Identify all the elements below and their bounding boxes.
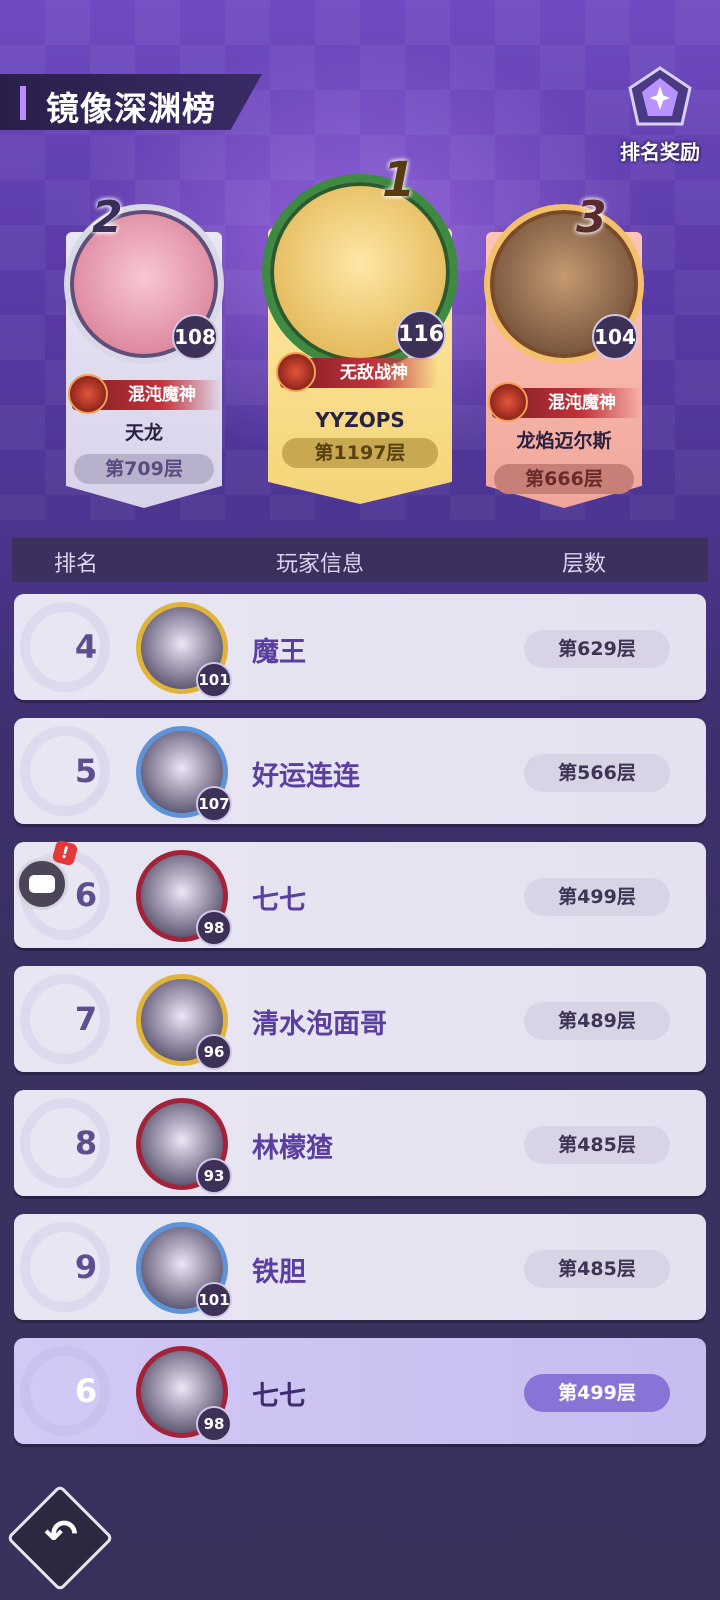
back-arrow-icon: ↶ <box>44 1512 78 1558</box>
my-floor-badge: 第499层 <box>524 1374 670 1412</box>
podium-name-3: 龙焰迈尔斯 <box>516 430 612 452</box>
floor-badge: 第485层 <box>524 1126 670 1164</box>
table-header: 排名 玩家信息 层数 <box>12 538 708 582</box>
podium-title-1: 无敌战神 <box>276 352 438 392</box>
my-avatar-level: 98 <box>196 1406 232 1442</box>
player-name: 铁胆 <box>252 1257 306 1288</box>
avatar-level: 101 <box>196 662 232 698</box>
avatar-level: 107 <box>196 786 232 822</box>
table-row[interactable]: 4 101 魔王 第629层 <box>14 594 706 700</box>
avatar-level: 98 <box>196 910 232 946</box>
podium-name-2: 天龙 <box>124 422 163 444</box>
table-row[interactable]: 6 98 七七 第499层 <box>14 842 706 948</box>
table-row[interactable]: 7 96 清水泡面哥 第489层 <box>14 966 706 1072</box>
podium-floor-1: 第1197层 <box>282 438 438 468</box>
table-row[interactable]: 5 107 好运连连 第566层 <box>14 718 706 824</box>
row-rank: 7 <box>74 1000 98 1038</box>
floor-badge: 第485层 <box>524 1250 670 1288</box>
my-name: 七七 <box>252 1381 306 1412</box>
row-rank: 4 <box>74 628 98 666</box>
podium-title-text-1: 无敌战神 <box>340 363 408 383</box>
floor-badge: 第629层 <box>524 630 670 668</box>
podium-level-2: 108 <box>172 314 218 360</box>
floor-badge: 第499层 <box>524 878 670 916</box>
podium-level-1: 116 <box>396 310 446 360</box>
podium-rank-2: 2 <box>92 192 123 243</box>
row-rank: 8 <box>74 1124 98 1162</box>
avatar-level: 101 <box>196 1282 232 1318</box>
podium-floor-3: 第666层 <box>494 464 634 494</box>
podium-level-3: 104 <box>592 314 638 360</box>
col-info-header: 玩家信息 <box>276 552 365 577</box>
podium-rank-1: 1 <box>382 152 416 208</box>
col-floor-header: 层数 <box>562 552 607 577</box>
floor-badge: 第566层 <box>524 754 670 792</box>
podium-rank-3: 3 <box>576 192 607 243</box>
rank-reward-button[interactable]: 排名奖励 <box>612 62 708 166</box>
player-name: 魔王 <box>252 637 306 668</box>
podium-title-3: 混沌魔神 <box>488 382 642 422</box>
table-row[interactable]: 9 101 铁胆 第485层 <box>14 1214 706 1320</box>
demon-emblem-icon <box>68 374 108 414</box>
table-row[interactable]: 8 93 林檬猹 第485层 <box>14 1090 706 1196</box>
trophy-gem-icon <box>628 66 692 126</box>
podium-title-2: 混沌魔神 <box>68 374 222 414</box>
my-rank: 6 <box>74 1372 98 1410</box>
podium-title-text-3: 混沌魔神 <box>548 393 616 413</box>
rank-reward-label: 排名奖励 <box>620 140 700 164</box>
podium-floor-2: 第709层 <box>74 454 214 484</box>
row-rank: 5 <box>74 752 98 790</box>
my-rank-row[interactable]: 6 98 七七 第499层 <box>14 1338 706 1444</box>
player-name: 清水泡面哥 <box>252 1009 387 1040</box>
col-rank-header: 排名 <box>54 552 99 577</box>
chat-bubble-icon <box>29 875 55 893</box>
player-name: 七七 <box>252 885 306 916</box>
floor-badge: 第489层 <box>524 1002 670 1040</box>
avatar-level: 93 <box>196 1158 232 1194</box>
demon-emblem-icon <box>488 382 528 422</box>
row-rank: 9 <box>74 1248 98 1286</box>
podium-title-text-2: 混沌魔神 <box>128 385 196 405</box>
page-title: 镜像深渊榜 <box>46 89 216 128</box>
demon-emblem-icon <box>276 352 316 392</box>
chat-button[interactable] <box>16 858 68 910</box>
podium-name-1: YYZOPS <box>315 408 405 432</box>
avatar-level: 96 <box>196 1034 232 1070</box>
title-accent-bar <box>20 86 26 120</box>
player-name: 好运连连 <box>252 761 360 792</box>
player-name: 林檬猹 <box>252 1133 333 1164</box>
